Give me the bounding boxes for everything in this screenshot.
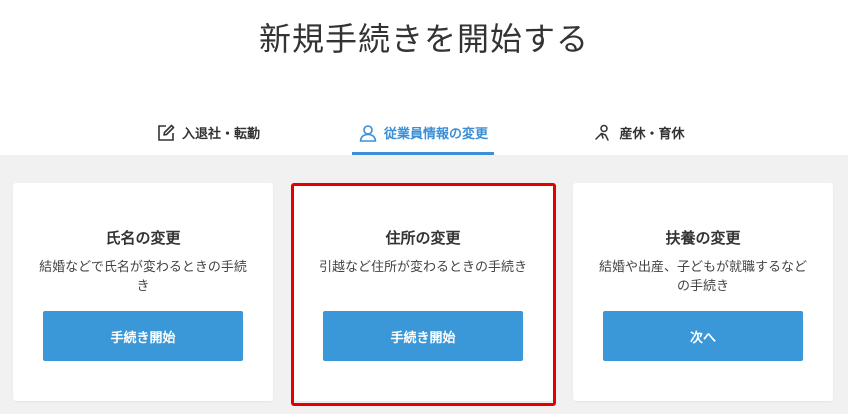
user-icon bbox=[358, 123, 378, 143]
card-name-change: 氏名の変更 結婚などで氏名が変わるときの手続き 手続き開始 bbox=[13, 183, 273, 401]
card-description: 結婚や出産、子どもが就職するなどの手続き bbox=[598, 260, 807, 294]
card-dependent-change: 扶養の変更 結婚や出産、子どもが就職するなどの手続き 次へ bbox=[573, 183, 833, 401]
tab-label: 従業員情報の変更 bbox=[383, 127, 488, 142]
card-title: 扶養の変更 bbox=[665, 229, 741, 247]
tab-maternity-leave[interactable]: 産休・育休 bbox=[586, 110, 692, 155]
start-procedure-button[interactable]: 手続き開始 bbox=[323, 311, 523, 361]
tab-label: 産休・育休 bbox=[619, 127, 685, 142]
tab-employee-info[interactable]: 従業員情報の変更 bbox=[350, 110, 496, 155]
card-description: 結婚などで氏名が変わるときの手続き bbox=[39, 260, 247, 294]
next-button[interactable]: 次へ bbox=[603, 311, 803, 361]
tab-label: 入退社・転勤 bbox=[181, 127, 260, 142]
baby-icon bbox=[593, 123, 613, 143]
card-address-change: 住所の変更 引越など住所が変わるときの手続き 手続き開始 bbox=[293, 183, 553, 401]
start-procedure-button[interactable]: 手続き開始 bbox=[43, 311, 243, 361]
card-description: 引越など住所が変わるときの手続き bbox=[318, 260, 527, 275]
procedure-card-area: 氏名の変更 結婚などで氏名が変わるときの手続き 手続き開始 住所の変更 引越など… bbox=[0, 155, 848, 414]
card-title: 住所の変更 bbox=[385, 229, 461, 247]
edit-icon bbox=[156, 123, 176, 143]
page-header: 新規手続きを開始する 入退社・転勤 従業員情報の変更 産休・育休 bbox=[0, 0, 848, 155]
tab-bar: 入退社・転勤 従業員情報の変更 産休・育休 bbox=[0, 110, 848, 155]
page-title: 新規手続きを開始する bbox=[258, 20, 589, 58]
card-title: 氏名の変更 bbox=[105, 229, 181, 247]
tab-onboarding[interactable]: 入退社・転勤 bbox=[148, 110, 268, 155]
